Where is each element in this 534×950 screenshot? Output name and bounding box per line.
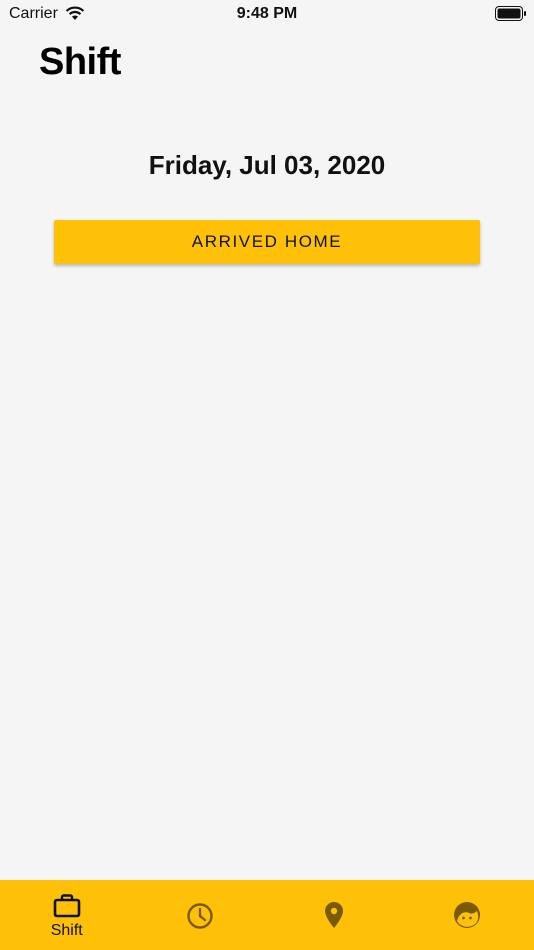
tab-profile[interactable] — [401, 880, 534, 950]
face-icon — [454, 902, 481, 928]
tab-label-shift: Shift — [50, 922, 83, 939]
status-bar: Carrier 9:48 PM — [0, 0, 534, 28]
arrived-home-button[interactable]: ARRIVED HOME — [54, 220, 480, 264]
page-title: Shift — [39, 41, 121, 83]
tab-location[interactable] — [267, 880, 401, 950]
tab-clock[interactable] — [134, 880, 268, 950]
app-screen: Carrier 9:48 PM Shift Friday, Jul 03, 20… — [0, 0, 534, 950]
briefcase-icon — [53, 894, 81, 918]
clock-icon — [187, 903, 213, 929]
battery-icon — [495, 6, 526, 21]
status-time: 9:48 PM — [236, 5, 298, 22]
bottom-tab-bar: Shift — [0, 880, 534, 950]
shift-date: Friday, Jul 03, 2020 — [148, 150, 386, 180]
tab-shift[interactable]: Shift — [0, 880, 134, 950]
location-pin-icon — [324, 902, 343, 928]
